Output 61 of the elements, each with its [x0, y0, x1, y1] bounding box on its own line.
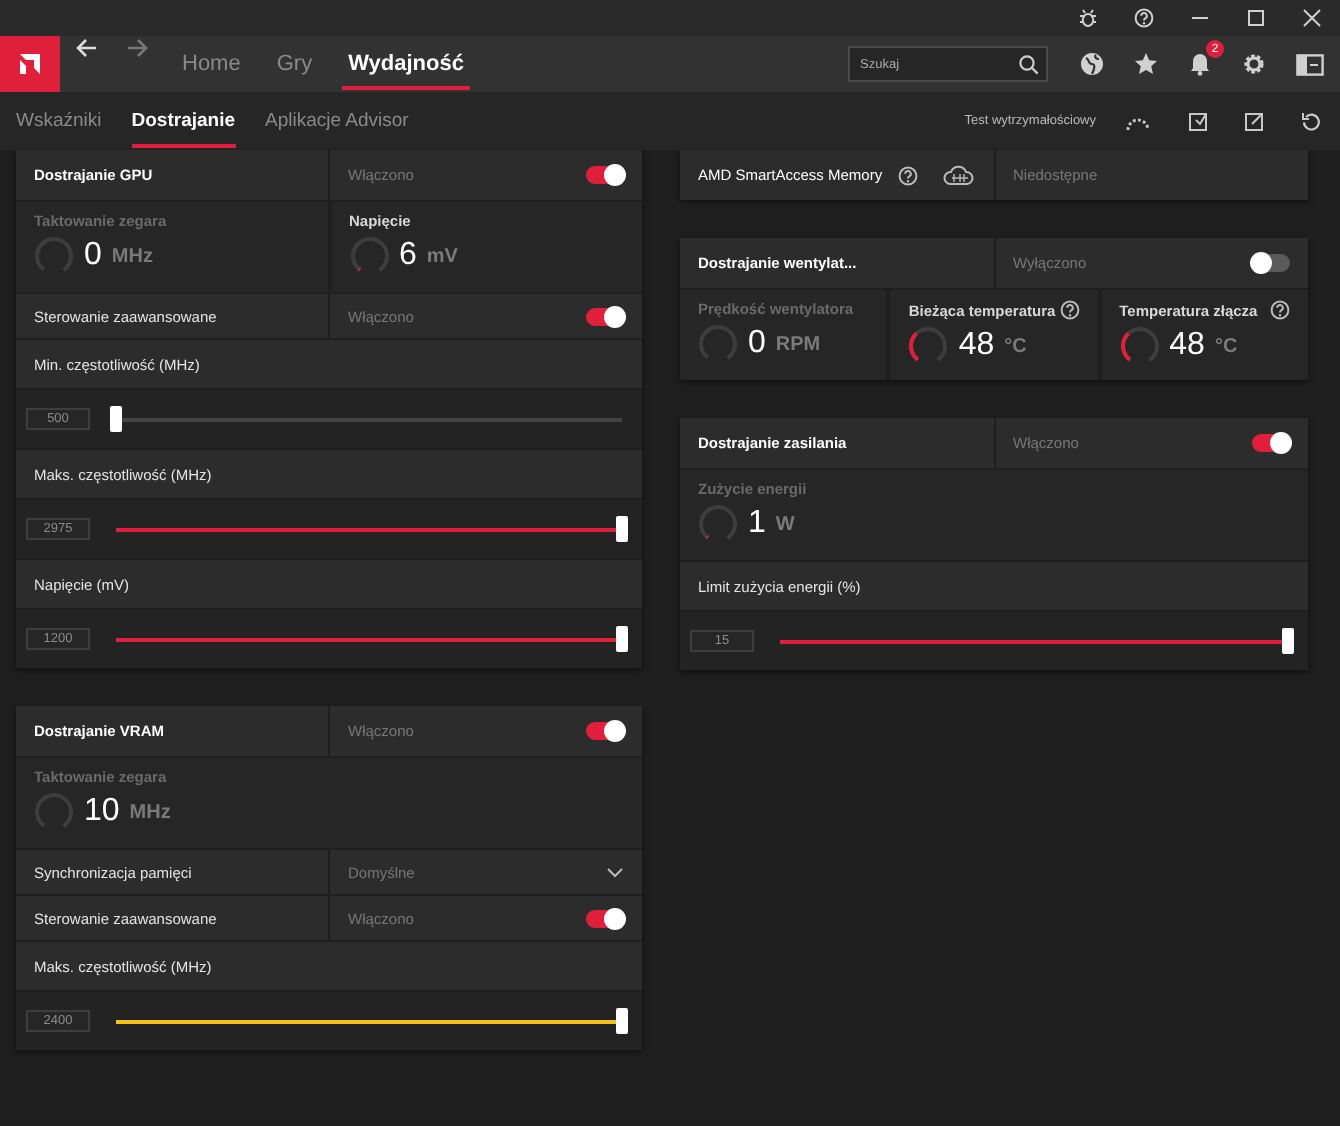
export-icon[interactable] [1244, 110, 1264, 132]
slider-thumb[interactable] [110, 406, 122, 432]
sub-tab[interactable]: Dostrajanie [119, 92, 248, 150]
help-icon[interactable] [1134, 8, 1154, 28]
cloud-chip-icon [941, 163, 975, 187]
toggle-switch[interactable] [586, 909, 624, 927]
metric-value: 1 [748, 506, 766, 542]
slider-thumb[interactable] [616, 516, 628, 542]
sidebar-panel-icon[interactable] [1296, 51, 1324, 77]
globe-icon[interactable] [1080, 52, 1104, 76]
metric-value: 10 [84, 794, 120, 830]
metric-unit: MHz [129, 801, 171, 823]
slider-track[interactable] [116, 516, 622, 542]
slider-track[interactable] [116, 406, 622, 432]
help-icon[interactable] [898, 165, 919, 185]
back-arrow-icon[interactable] [74, 36, 98, 60]
maximize-icon[interactable] [1246, 8, 1266, 28]
slider-track[interactable] [116, 626, 622, 652]
slider-track[interactable] [780, 628, 1288, 654]
metric-unit: RPM [775, 333, 821, 355]
help-icon[interactable] [1269, 300, 1290, 320]
metric-unit: °C [1004, 335, 1027, 357]
metric-value: 6 [399, 238, 417, 274]
metric-unit: W [775, 513, 795, 535]
bell-icon[interactable] [1188, 52, 1212, 76]
nav-tab[interactable]: Wydajność [336, 36, 476, 92]
gauge-dial [1119, 326, 1160, 366]
close-icon[interactable] [1302, 8, 1322, 28]
search-icon[interactable] [1018, 54, 1038, 74]
slider-track[interactable] [116, 1008, 622, 1034]
toggle-switch[interactable] [586, 307, 624, 325]
nav-tab[interactable]: Home [170, 36, 253, 92]
gauge-dial [908, 326, 949, 366]
gauge-dial [698, 504, 738, 544]
metric-unit: mV [426, 245, 458, 267]
toggle-switch[interactable] [1252, 434, 1290, 452]
settings-icon[interactable] [1242, 52, 1266, 76]
nav-tab[interactable]: Gry [264, 36, 325, 92]
reset-icon[interactable] [1300, 110, 1320, 132]
metric-unit: °C [1214, 335, 1238, 357]
star-icon[interactable] [1134, 52, 1158, 76]
import-icon[interactable] [1188, 110, 1208, 132]
metric-value: 48 [1169, 328, 1205, 364]
sub-tab[interactable]: Wskaźniki [4, 92, 114, 150]
metric-unit: MHz [111, 245, 153, 267]
slider-thumb[interactable] [1282, 628, 1294, 654]
gauge-dial [349, 236, 389, 276]
chevron-down-icon [606, 866, 624, 878]
sub-tab[interactable]: Aplikacje Advisor [253, 92, 421, 150]
logo-icon[interactable] [0, 36, 60, 92]
metric-value: 0 [84, 238, 102, 274]
toggle-switch[interactable] [586, 722, 624, 740]
toggle-switch[interactable] [1252, 254, 1290, 272]
bug-icon[interactable] [1078, 8, 1098, 28]
toggle-switch[interactable] [586, 166, 624, 184]
metric-value: 48 [958, 328, 995, 364]
help-icon[interactable] [1059, 300, 1080, 320]
slider-thumb[interactable] [616, 1008, 628, 1034]
metric-value: 0 [748, 326, 766, 362]
forward-arrow-icon[interactable] [126, 36, 150, 60]
slider-thumb[interactable] [616, 626, 628, 652]
